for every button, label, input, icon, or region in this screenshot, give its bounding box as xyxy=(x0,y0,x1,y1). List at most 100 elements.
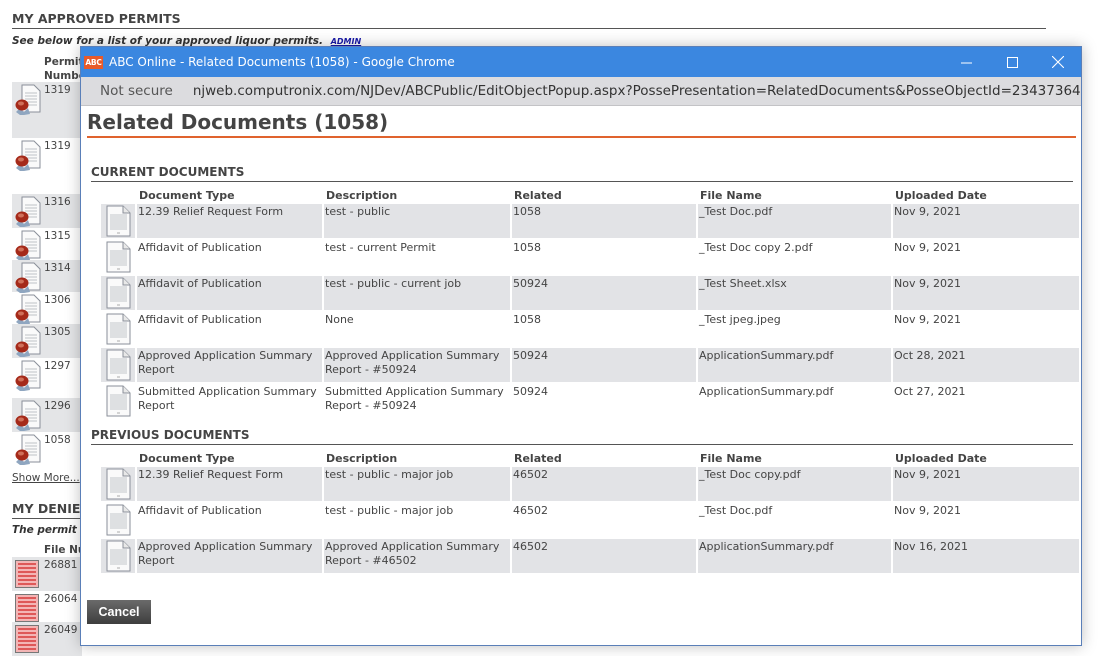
permit-row[interactable]: 1305 xyxy=(12,324,82,358)
description-cell: Approved Application Summary Report - #4… xyxy=(324,539,510,573)
close-button[interactable] xyxy=(1035,47,1081,77)
security-indicator[interactable]: Not secure xyxy=(100,83,173,99)
current-documents-heading: CURRENT DOCUMENTS xyxy=(91,165,1073,182)
previous-documents-table: Document Type Description Related File N… xyxy=(99,445,1081,575)
document-row[interactable]: Affidavit of Publication None 1058 _Test jp… xyxy=(101,312,1079,346)
document-icon-cell[interactable] xyxy=(101,384,135,418)
close-icon xyxy=(1052,56,1064,68)
description-cell: test - current Permit xyxy=(325,241,436,254)
document-type-cell: Affidavit of Publication xyxy=(138,504,262,517)
denied-row[interactable]: 26064 xyxy=(12,591,82,625)
minimize-icon xyxy=(960,62,972,63)
certificate-icon xyxy=(15,326,41,357)
document-icon-cell[interactable] xyxy=(101,348,135,382)
minimize-button[interactable] xyxy=(943,47,989,77)
permit-row[interactable]: 1314 xyxy=(12,260,82,293)
permit-row[interactable]: 1316 xyxy=(12,194,82,228)
document-icon-cell[interactable] xyxy=(101,539,135,573)
previous-documents-heading: PREVIOUS DOCUMENTS xyxy=(91,428,1073,445)
document-icon-cell[interactable] xyxy=(101,240,135,274)
uploaded-date-cell: Nov 9, 2021 xyxy=(894,504,961,517)
document-row[interactable]: 12.39 Relief Request Form test - public -… xyxy=(101,467,1079,501)
url-text[interactable]: njweb.computronix.com/NJDev/ABCPublic/Ed… xyxy=(193,83,1081,99)
description-cell: test - public - major job xyxy=(324,467,510,501)
document-icon-cell[interactable] xyxy=(101,467,135,501)
uploaded-date-cell: Nov 9, 2021 xyxy=(894,241,961,254)
document-icon-cell[interactable] xyxy=(101,276,135,310)
file-name-cell[interactable]: ApplicationSummary.pdf xyxy=(698,348,891,382)
icon-col-header xyxy=(101,184,135,202)
related-cell: 1058 xyxy=(512,204,696,238)
col-file-name: File Name xyxy=(700,189,762,202)
document-row[interactable]: Affidavit of Publication test - current P… xyxy=(101,240,1079,274)
address-bar[interactable]: Not secure njweb.computronix.com/NJDev/A… xyxy=(81,77,1081,106)
permit-number: 1314 xyxy=(44,262,71,274)
document-type-cell: Affidavit of Publication xyxy=(138,241,262,254)
file-name-cell[interactable]: ApplicationSummary.pdf xyxy=(698,384,891,418)
permit-row[interactable]: 1306 xyxy=(12,292,82,325)
col-description: Description xyxy=(326,189,398,202)
table-header-row: Document Type Description Related File N… xyxy=(101,447,1079,465)
document-icon xyxy=(106,349,131,381)
document-row[interactable]: Approved Application Summary Report Appro… xyxy=(101,348,1079,382)
file-name-cell[interactable]: _Test Sheet.xlsx xyxy=(698,276,891,310)
show-more-link[interactable]: Show More... xyxy=(12,472,80,484)
related-cell: 50924 xyxy=(512,276,696,310)
certificate-icon xyxy=(15,434,41,465)
permit-row[interactable]: 1315 xyxy=(12,228,82,261)
description-cell: None xyxy=(325,313,354,326)
popup-window: ABC ABC Online - Related Documents (1058… xyxy=(80,46,1082,646)
document-type-cell: Approved Application Summary Report xyxy=(137,348,322,382)
permit-number: 1297 xyxy=(44,360,71,372)
description-cell: test - public - current job xyxy=(324,276,510,310)
col-related: Related xyxy=(514,189,562,202)
certificate-icon xyxy=(15,196,41,227)
document-icon xyxy=(106,504,131,536)
document-type-cell: Affidavit of Publication xyxy=(137,276,322,310)
document-row[interactable]: 12.39 Relief Request Form test - public 10… xyxy=(101,204,1079,238)
document-icon xyxy=(106,385,131,417)
permit-row[interactable]: 1058 xyxy=(12,432,82,466)
file-name-cell[interactable]: _Test Doc copy.pdf xyxy=(698,467,891,501)
document-row[interactable]: Submitted Application Summary Report Subm… xyxy=(101,384,1079,418)
icon-col-header xyxy=(101,447,135,465)
file-name-cell[interactable]: _Test Doc.pdf xyxy=(698,503,891,537)
permit-row[interactable]: 1296 xyxy=(12,398,82,432)
denied-document-icon xyxy=(15,594,39,622)
maximize-icon xyxy=(1006,56,1018,68)
window-titlebar[interactable]: ABC ABC Online - Related Documents (1058… xyxy=(81,47,1081,77)
permit-row[interactable]: 1319 xyxy=(12,138,82,194)
file-name-cell[interactable]: ApplicationSummary.pdf xyxy=(698,539,891,573)
document-row[interactable]: Affidavit of Publication test - public - … xyxy=(101,503,1079,537)
denied-row[interactable]: 26881 xyxy=(12,557,82,591)
uploaded-date-cell: Oct 28, 2021 xyxy=(893,348,1079,382)
col-document-type: Document Type xyxy=(139,189,235,202)
admin-link[interactable]: ADMIN xyxy=(331,37,361,46)
document-row[interactable]: Approved Application Summary Report Appro… xyxy=(101,539,1079,573)
uploaded-date-cell: Nov 9, 2021 xyxy=(893,467,1079,501)
file-number: 26049 xyxy=(44,624,78,636)
cancel-button[interactable]: Cancel xyxy=(87,600,151,624)
col-description: Description xyxy=(326,452,398,465)
certificate-icon xyxy=(15,294,41,325)
file-name-cell[interactable]: _Test jpeg.jpeg xyxy=(698,312,891,346)
file-name-cell[interactable]: _Test Doc copy 2.pdf xyxy=(698,240,891,274)
related-cell: 46502 xyxy=(512,539,696,573)
permit-row[interactable]: 1297 xyxy=(12,358,82,398)
denied-row[interactable]: 26049 xyxy=(12,622,82,656)
document-icon-cell[interactable] xyxy=(101,312,135,346)
denied-document-icon xyxy=(15,625,39,653)
document-icon-cell[interactable] xyxy=(101,503,135,537)
table-header-row: Document Type Description Related File N… xyxy=(101,184,1079,202)
document-row[interactable]: Affidavit of Publication test - public - … xyxy=(101,276,1079,310)
permit-number: 1306 xyxy=(44,294,71,306)
col-related: Related xyxy=(514,452,562,465)
certificate-icon xyxy=(15,84,41,115)
permit-row[interactable]: 1319 xyxy=(12,82,82,138)
document-icon-cell[interactable] xyxy=(101,204,135,238)
file-name-cell[interactable]: _Test Doc.pdf xyxy=(698,204,891,238)
maximize-button[interactable] xyxy=(989,47,1035,77)
certificate-icon xyxy=(15,262,41,293)
uploaded-date-cell: Nov 9, 2021 xyxy=(893,204,1079,238)
permit-number: 1319 xyxy=(44,140,71,152)
